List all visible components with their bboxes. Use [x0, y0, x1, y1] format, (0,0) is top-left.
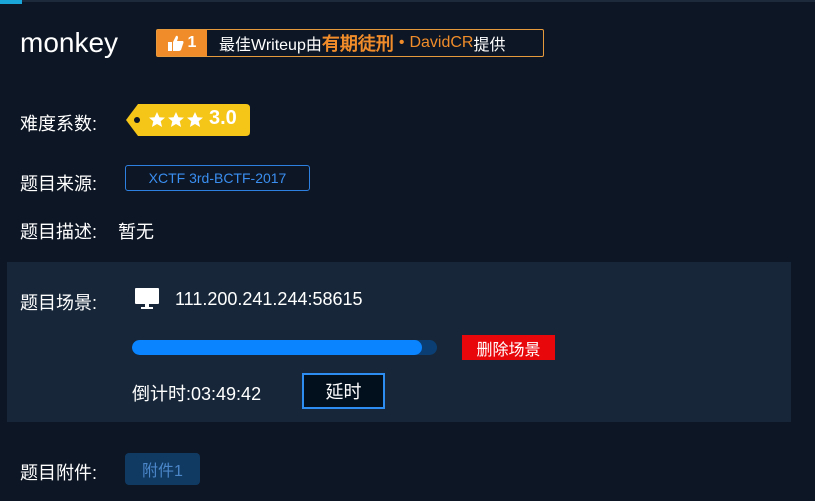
scene-progress-fill — [132, 340, 422, 355]
description-value: 暂无 — [118, 222, 154, 242]
monitor-icon — [135, 288, 159, 309]
top-border — [0, 0, 815, 2]
source-label: 题目来源: — [20, 174, 98, 194]
attachment-label: 题目附件: — [20, 463, 98, 483]
delete-scene-button[interactable]: 删除场景 — [462, 335, 555, 360]
scene-label: 题目场景: — [20, 293, 98, 313]
attachment-button[interactable]: 附件1 — [125, 453, 200, 485]
writeup-prefix: 最佳Writeup由 — [219, 37, 322, 54]
best-writeup-badge[interactable]: 1 最佳Writeup由 有期徒刑 • DavidCR 提供 — [156, 29, 544, 57]
countdown-value: 03:49:42 — [191, 384, 262, 404]
description-label: 题目描述: — [20, 222, 98, 242]
source-tag[interactable]: XCTF 3rd-BCTF-2017 — [125, 165, 310, 191]
writeup-author[interactable]: DavidCR — [409, 34, 473, 52]
difficulty-label: 难度系数: — [20, 114, 98, 134]
top-accent-bar — [0, 0, 22, 4]
writeup-separator: • — [398, 34, 405, 51]
thumbs-up-icon — [167, 35, 184, 51]
challenge-title: monkey — [20, 27, 119, 58]
difficulty-value: 3.0 — [209, 107, 237, 129]
like-count-box[interactable]: 1 — [157, 30, 207, 56]
writeup-team[interactable]: 有期徒刑 — [322, 30, 394, 56]
scene-address[interactable]: 111.200.241.244:58615 — [175, 289, 363, 310]
writeup-suffix: 提供 — [473, 37, 506, 54]
countdown-label: 倒计时: — [132, 384, 192, 404]
scene-progress-bar — [132, 340, 437, 355]
like-count: 1 — [187, 34, 197, 51]
extend-time-button[interactable]: 延时 — [302, 373, 385, 409]
countdown: 倒计时:03:49:42 — [132, 380, 261, 406]
